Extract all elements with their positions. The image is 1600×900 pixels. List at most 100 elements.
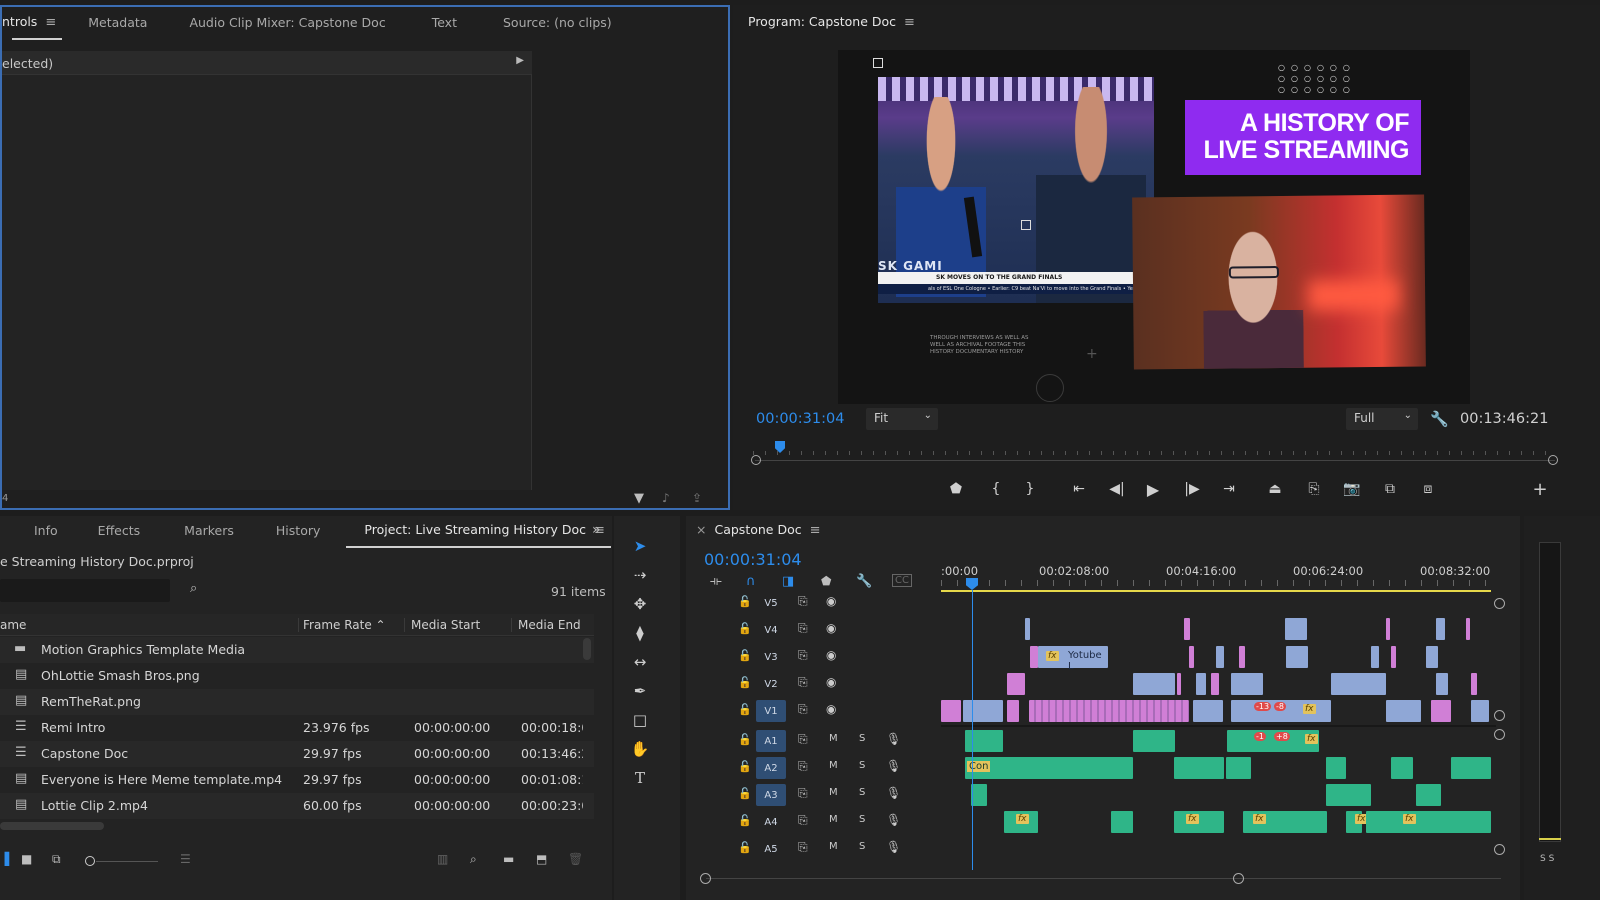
track-label[interactable]: V4 xyxy=(756,619,786,641)
add-marker-icon[interactable]: ⬟ xyxy=(944,477,968,501)
linked-selection-icon[interactable]: ◨ xyxy=(782,574,794,589)
video-clip[interactable] xyxy=(1025,618,1030,640)
video-clip[interactable] xyxy=(1239,646,1245,668)
vertical-zoom-handle-mid[interactable] xyxy=(1494,710,1505,721)
project-row[interactable]: ☰ Capstone Doc 29.97 fps 00:00:00:00 00:… xyxy=(0,741,594,767)
track-label[interactable]: V5 xyxy=(756,592,786,614)
track-v4[interactable]: 🔓 V4 ⎘ ◉ xyxy=(686,617,936,644)
project-row[interactable]: ▬ Motion Graphics Template Media xyxy=(0,637,594,663)
sync-lock-icon[interactable]: ⎘ xyxy=(798,648,808,663)
sync-lock-icon[interactable]: ⎘ xyxy=(798,702,808,717)
sync-lock-icon[interactable]: ⎘ xyxy=(798,621,808,636)
time-ruler[interactable]: :00:00 00:02:08:00 00:04:16:00 00:06:24:… xyxy=(941,560,1496,594)
video-clip[interactable]: fx Yotube L xyxy=(1038,646,1108,672)
video-clip[interactable] xyxy=(1386,618,1390,640)
snap-magnet-icon[interactable]: ∩ xyxy=(746,574,756,589)
track-a1[interactable]: 🔓 A1 ⎘ M S 🎙 xyxy=(686,728,936,755)
lift-icon[interactable]: ⏏ xyxy=(1263,477,1287,501)
trash-icon[interactable]: 🗑 xyxy=(568,852,583,866)
video-clip[interactable] xyxy=(963,700,1003,722)
overwrite-icon[interactable]: ⧈ xyxy=(1416,477,1440,501)
audio-clip[interactable] xyxy=(1451,757,1491,779)
lock-icon[interactable]: 🔓 xyxy=(738,649,752,662)
video-clip[interactable] xyxy=(1436,618,1445,640)
audio-clip[interactable] xyxy=(965,730,1003,752)
video-clip[interactable] xyxy=(1007,673,1025,695)
sync-lock-icon[interactable]: ⎘ xyxy=(798,813,808,828)
new-item-icon[interactable]: ⬒ xyxy=(536,852,547,866)
mark-out-icon[interactable]: } xyxy=(1018,477,1042,501)
program-menu-icon[interactable]: ≡ xyxy=(904,15,915,30)
panel-menu-icon[interactable]: ≡ xyxy=(45,15,56,30)
solo-button[interactable]: S xyxy=(859,814,865,825)
rectangle-tool-icon[interactable]: □ xyxy=(626,708,654,732)
video-clip[interactable] xyxy=(1391,646,1396,668)
audio-clip[interactable] xyxy=(1111,811,1133,833)
video-clip[interactable] xyxy=(1331,673,1386,695)
mute-button[interactable]: M xyxy=(829,814,838,825)
tab-effects[interactable]: Effects xyxy=(74,523,157,538)
tab-markers[interactable]: Markers xyxy=(156,523,250,538)
video-clip[interactable] xyxy=(1436,673,1448,695)
nest-icon[interactable]: ⟛ xyxy=(710,574,722,589)
step-forward-icon[interactable]: |▶ xyxy=(1180,477,1204,501)
track-select-tool-icon[interactable]: ⇢ xyxy=(626,563,654,587)
tab-source[interactable]: Source: (no clips) xyxy=(473,15,628,30)
play-icon[interactable]: ▶ xyxy=(1141,477,1165,501)
video-clip[interactable] xyxy=(1030,646,1038,668)
project-search-input[interactable] xyxy=(0,579,170,602)
tracks-area[interactable]: fx Yotube L -13 -8 fx -1 +8 fx Con fx fx… xyxy=(941,590,1496,870)
step-back-icon[interactable]: ◀| xyxy=(1105,477,1129,501)
solo-button[interactable]: S xyxy=(859,841,865,852)
project-row[interactable]: ▤ Everyone is Here Meme template.mp4 29.… xyxy=(0,767,594,793)
track-v2[interactable]: 🔓 V2 ⎘ ◉ xyxy=(686,671,936,698)
track-a4[interactable]: 🔓 A4 ⎘ M S 🎙 xyxy=(686,809,936,836)
sync-lock-icon[interactable]: ⎘ xyxy=(798,786,808,801)
zoom-slider-track[interactable] xyxy=(96,861,158,862)
lock-icon[interactable]: 🔓 xyxy=(738,733,752,746)
video-clip[interactable] xyxy=(1426,646,1438,668)
microphone-icon[interactable]: 🎙 xyxy=(886,759,901,773)
audio-clip[interactable] xyxy=(1366,811,1491,833)
project-row[interactable]: ▤ Lottie Clip 2.mp4 60.00 fps 00:00:00:0… xyxy=(0,793,594,819)
timeline-menu-icon[interactable]: ≡ xyxy=(810,523,821,538)
freeform-view-icon[interactable]: ⧉ xyxy=(52,852,61,867)
export-icon[interactable]: ⇪ xyxy=(692,491,702,505)
add-marker-icon[interactable]: ⬟ xyxy=(821,574,831,588)
type-tool-icon[interactable]: T xyxy=(626,766,654,790)
col-name[interactable]: ame xyxy=(0,618,26,632)
new-bin-icon[interactable]: ▬ xyxy=(503,852,514,866)
track-label[interactable]: V2 xyxy=(756,673,786,695)
video-clip[interactable] xyxy=(1371,646,1379,668)
mute-button[interactable]: M xyxy=(829,841,838,852)
audio-clip[interactable] xyxy=(1326,757,1346,779)
captions-icon[interactable]: CC xyxy=(892,574,912,587)
mute-button[interactable]: M xyxy=(829,760,838,771)
camera-icon[interactable]: 📷 xyxy=(1340,477,1364,501)
video-clip[interactable] xyxy=(1431,700,1451,722)
mute-button[interactable]: M xyxy=(829,787,838,798)
tab-metadata[interactable]: Metadata xyxy=(72,15,163,30)
microphone-icon[interactable]: 🎙 xyxy=(886,813,901,827)
video-clip[interactable] xyxy=(1286,646,1308,668)
timeline-scroll-track[interactable] xyxy=(706,878,1501,879)
track-v1[interactable]: 🔓 V1 ⎘ ◉ xyxy=(686,698,936,725)
wrench-icon[interactable]: 🔧 xyxy=(1430,410,1449,428)
vertical-zoom-handle-bottom[interactable] xyxy=(1494,844,1505,855)
video-clip[interactable] xyxy=(1471,700,1489,722)
track-a5[interactable]: 🔓 A5 ⎘ M S 🎙 xyxy=(686,836,936,863)
audio-clip[interactable]: Con xyxy=(965,757,1133,779)
video-clip[interactable] xyxy=(1133,673,1175,695)
extract-icon[interactable]: ⎘ xyxy=(1302,477,1326,501)
video-clip[interactable] xyxy=(1189,646,1194,668)
video-clip[interactable] xyxy=(1196,673,1206,695)
sync-lock-icon[interactable]: ⎘ xyxy=(798,675,808,690)
close-icon[interactable]: × xyxy=(696,522,706,537)
sync-lock-icon[interactable]: ⎘ xyxy=(798,840,808,855)
audio-clip[interactable] xyxy=(1226,757,1251,779)
tab-effect-controls[interactable]: ntrols ≡ xyxy=(2,14,72,40)
find-icon[interactable]: ⌕ xyxy=(470,852,477,867)
audio-clip[interactable] xyxy=(1416,784,1441,806)
tab-project[interactable]: Project: Live Streaming History Doc ≡ xyxy=(336,522,620,548)
timeline-playhead-line[interactable] xyxy=(972,590,973,870)
